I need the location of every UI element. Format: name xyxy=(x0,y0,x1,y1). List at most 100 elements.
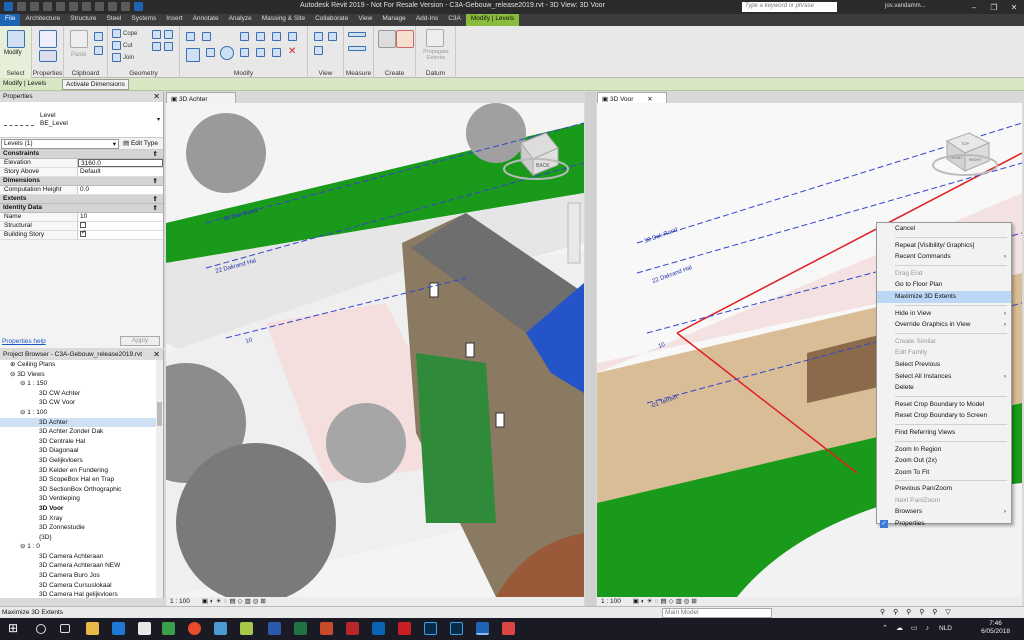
menu-item-hide-in-view[interactable]: Hide in View › xyxy=(877,308,1011,320)
group-extents[interactable]: Extents ⇑ xyxy=(0,195,163,204)
active-workset-select[interactable]: Main Model xyxy=(662,608,772,618)
scroll-thumb[interactable] xyxy=(157,402,162,426)
3d-view-icon[interactable] xyxy=(108,2,117,11)
building-story-checkbox[interactable] xyxy=(80,231,86,238)
browser-item[interactable]: {3D} xyxy=(0,533,163,543)
view-splitter[interactable] xyxy=(585,92,596,606)
override-icon[interactable] xyxy=(328,32,337,41)
word-icon[interactable] xyxy=(268,622,281,635)
menu-item-zoom-to-fit[interactable]: Zoom To Fit xyxy=(877,467,1011,479)
undo-icon[interactable] xyxy=(43,2,52,11)
revit-logo-icon[interactable] xyxy=(4,2,13,11)
collapse-icon[interactable]: ⇑ xyxy=(153,150,158,158)
activate-dimensions-button[interactable]: Activate Dimensions xyxy=(62,79,129,90)
rotate-icon[interactable] xyxy=(220,46,234,60)
paint-icon[interactable] xyxy=(152,30,161,39)
clock[interactable]: 7:46 6/05/2018 xyxy=(981,620,1010,636)
revit-icon[interactable] xyxy=(476,622,489,635)
browser-item[interactable]: 3D Camera Achteraan NEW xyxy=(0,561,163,571)
open-icon[interactable] xyxy=(17,2,26,11)
join-button[interactable]: Join xyxy=(112,53,134,62)
app-icon[interactable] xyxy=(450,622,463,635)
cut-button[interactable]: Cut xyxy=(112,41,132,50)
app-icon[interactable] xyxy=(214,622,227,635)
view-controls-icon[interactable]: ▣◐☀◌▤◇▥◎⊞ xyxy=(633,598,699,605)
tab-annotate[interactable]: Annotate xyxy=(188,14,224,26)
offset-icon[interactable] xyxy=(202,32,211,41)
menu-item-previous-pan-zoom[interactable]: Previous Pan/Zoom xyxy=(877,483,1011,495)
tab-file[interactable]: File xyxy=(0,14,21,26)
elevation-field[interactable]: 3160.0 xyxy=(78,159,163,167)
browser-item[interactable]: 3D CW Voor xyxy=(0,398,163,408)
view-cube-top[interactable]: TOP xyxy=(961,141,969,146)
group-identity[interactable]: Identity Data ⇑ xyxy=(0,204,163,213)
app-icon[interactable] xyxy=(502,622,515,635)
menu-item-reset-crop-boundary-to-screen[interactable]: Reset Crop Boundary to Screen xyxy=(877,410,1011,422)
wall-joins-icon[interactable] xyxy=(152,42,161,51)
properties-icon[interactable] xyxy=(39,30,57,48)
collapse-icon[interactable]: ⇑ xyxy=(153,177,158,185)
create-assembly-icon[interactable] xyxy=(378,30,396,48)
paste-icon[interactable] xyxy=(70,30,88,48)
search-input[interactable]: Type a keyword or phrase xyxy=(742,2,837,12)
browser-item[interactable]: 3D CW Achter xyxy=(0,389,163,399)
print-icon[interactable] xyxy=(69,2,78,11)
browser-item[interactable]: ⊕ Ceiling Plans xyxy=(0,360,163,370)
acrobat-icon[interactable] xyxy=(398,622,411,635)
tab-3d-achter[interactable]: ▣ 3D Achter xyxy=(166,92,236,103)
view-cube-right[interactable]: RIGHT xyxy=(969,157,982,162)
save-icon[interactable] xyxy=(30,2,39,11)
filter-select[interactable]: Levels (1) ▾ xyxy=(1,139,119,149)
browser-item[interactable]: 3D Kelder en Fundering xyxy=(0,466,163,476)
group-dimensions[interactable]: Dimensions ⇑ xyxy=(0,177,163,186)
type-properties-icon[interactable] xyxy=(39,50,57,62)
menu-item-repeat-visibility-graphics[interactable]: Repeat [Visibility/ Graphics] xyxy=(877,240,1011,252)
browser-item[interactable]: ⊖ 1 : 0 xyxy=(0,542,163,552)
browser-item[interactable]: 3D Voor xyxy=(0,504,163,514)
browser-item[interactable]: 3D Zonnestudie xyxy=(0,523,163,533)
menu-item-delete[interactable]: Delete xyxy=(877,382,1011,394)
search-icon[interactable] xyxy=(36,624,46,634)
tab-steel[interactable]: Steel xyxy=(102,14,127,26)
task-view-icon[interactable] xyxy=(60,624,70,633)
name-field[interactable]: 10 xyxy=(78,213,163,221)
navigation-bar[interactable] xyxy=(567,202,581,264)
tab-c3a[interactable]: C3A xyxy=(443,14,466,26)
browser-item[interactable]: 3D Verdieping xyxy=(0,494,163,504)
browser-item[interactable]: ⊖ 1 : 100 xyxy=(0,408,163,418)
browser-item[interactable]: ⊖ 1 : 150 xyxy=(0,379,163,389)
view-cube-face[interactable]: BACK xyxy=(536,163,550,169)
app-icon[interactable] xyxy=(162,622,175,635)
menu-item-browsers[interactable]: Browsers › xyxy=(877,506,1011,518)
browser-item[interactable]: 3D Camera Buro Jos xyxy=(0,571,163,581)
propagate-extents-button[interactable]: Propagate Extents xyxy=(418,49,454,61)
panel-label[interactable]: Select xyxy=(0,70,31,77)
propagate-extents-icon[interactable] xyxy=(426,29,444,47)
windows-start-icon[interactable]: ⊞ xyxy=(8,621,21,635)
app-icon[interactable] xyxy=(240,622,253,635)
selection-filter-icons[interactable]: ⚲ ⚲ ⚲ ⚲ ⚲ ▽ xyxy=(880,608,954,616)
menu-item-zoom-out-2x[interactable]: Zoom Out (2x) xyxy=(877,455,1011,467)
menu-item-select-previous[interactable]: Select Previous xyxy=(877,359,1011,371)
tab-collaborate[interactable]: Collaborate xyxy=(310,14,353,26)
array-icon[interactable] xyxy=(272,32,281,41)
language-indicator[interactable]: NLD xyxy=(939,625,952,632)
close-icon[interactable]: ✕ xyxy=(153,350,160,359)
menu-item-recent-commands[interactable]: Recent Commands › xyxy=(877,251,1011,263)
computation-height-field[interactable]: 0.0 xyxy=(78,186,163,194)
tab-manage[interactable]: Manage xyxy=(377,14,411,26)
move-icon[interactable] xyxy=(186,48,200,62)
close-icon[interactable]: ✕ xyxy=(647,96,652,103)
tab-architecture[interactable]: Architecture xyxy=(20,14,65,26)
type-selector[interactable]: Level BE_Level ▾ xyxy=(0,102,163,138)
modify-button[interactable]: Modify xyxy=(4,50,22,56)
excel-icon[interactable] xyxy=(294,622,307,635)
browser-item[interactable]: 3D Camera Achteraan xyxy=(0,552,163,562)
file-explorer-icon[interactable] xyxy=(86,622,99,635)
modify-arrow-icon[interactable] xyxy=(7,30,25,48)
browser-item[interactable]: ⊖ 3D Views xyxy=(0,370,163,380)
browser-item[interactable]: 3D Diagonaal xyxy=(0,446,163,456)
redo-icon[interactable] xyxy=(56,2,65,11)
menu-item-reset-crop-boundary-to-model[interactable]: Reset Crop Boundary to Model xyxy=(877,399,1011,411)
menu-item-select-all-instances[interactable]: Select All Instances › xyxy=(877,371,1011,383)
